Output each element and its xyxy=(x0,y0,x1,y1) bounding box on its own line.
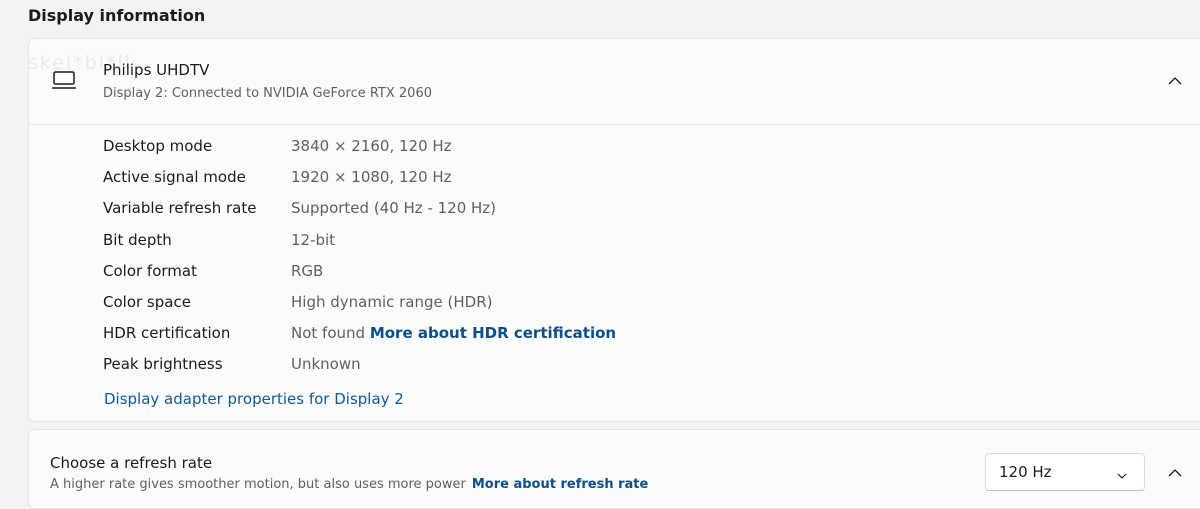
property-value: Supported (40 Hz - 120 Hz) xyxy=(291,199,497,218)
watermark: skel*bl*ll xyxy=(28,52,133,74)
refresh-rate-description: A higher rate gives smoother motion, but… xyxy=(50,477,466,492)
refresh-rate-description-container: A higher rate gives smoother motion, but… xyxy=(50,477,648,492)
display-info-card: Philips UHDTV Display 2: Connected to NV… xyxy=(28,38,1200,422)
refresh-rate-title: Choose a refresh rate xyxy=(50,454,213,472)
property-label: Bit depth xyxy=(103,230,172,249)
property-value: 1920 × 1080, 120 Hz xyxy=(291,168,452,187)
property-value: RGB xyxy=(291,261,324,280)
property-label: Peak brightness xyxy=(103,355,223,374)
property-label: Color format xyxy=(103,261,197,280)
property-value: Not found xyxy=(291,324,366,343)
refresh-rate-dropdown[interactable]: 120 Hz xyxy=(985,453,1145,491)
property-label: HDR certification xyxy=(103,324,231,343)
property-label: Active signal mode xyxy=(103,168,246,187)
property-value: 12-bit xyxy=(291,230,336,249)
property-value-container: Not found More about HDR certification xyxy=(291,324,616,342)
property-value: 3840 × 2160, 120 Hz xyxy=(291,137,452,155)
refresh-rate-card: Choose a refresh rate A higher rate give… xyxy=(28,429,1200,509)
property-label: Desktop mode xyxy=(103,137,213,155)
property-label: Color space xyxy=(103,292,191,311)
section-title: Display information xyxy=(28,6,206,25)
display-connection-subtitle: Display 2: Connected to NVIDIA GeForce R… xyxy=(103,86,432,101)
property-label: Variable refresh rate xyxy=(103,199,257,218)
display-adapter-properties-link[interactable]: Display adapter properties for Display 2 xyxy=(104,390,404,408)
refresh-rate-selected-value: 120 Hz xyxy=(999,463,1052,481)
display-card-header[interactable]: Philips UHDTV Display 2: Connected to NV… xyxy=(29,39,1200,125)
chevron-up-icon[interactable] xyxy=(1167,73,1183,89)
property-value: High dynamic range (HDR) xyxy=(291,292,493,311)
chevron-up-icon[interactable] xyxy=(1167,465,1183,481)
property-value: Unknown xyxy=(291,355,361,374)
hdr-certification-link[interactable]: More about HDR certification xyxy=(370,324,616,342)
refresh-rate-link[interactable]: More about refresh rate xyxy=(472,477,648,492)
chevron-down-icon xyxy=(1116,467,1128,479)
